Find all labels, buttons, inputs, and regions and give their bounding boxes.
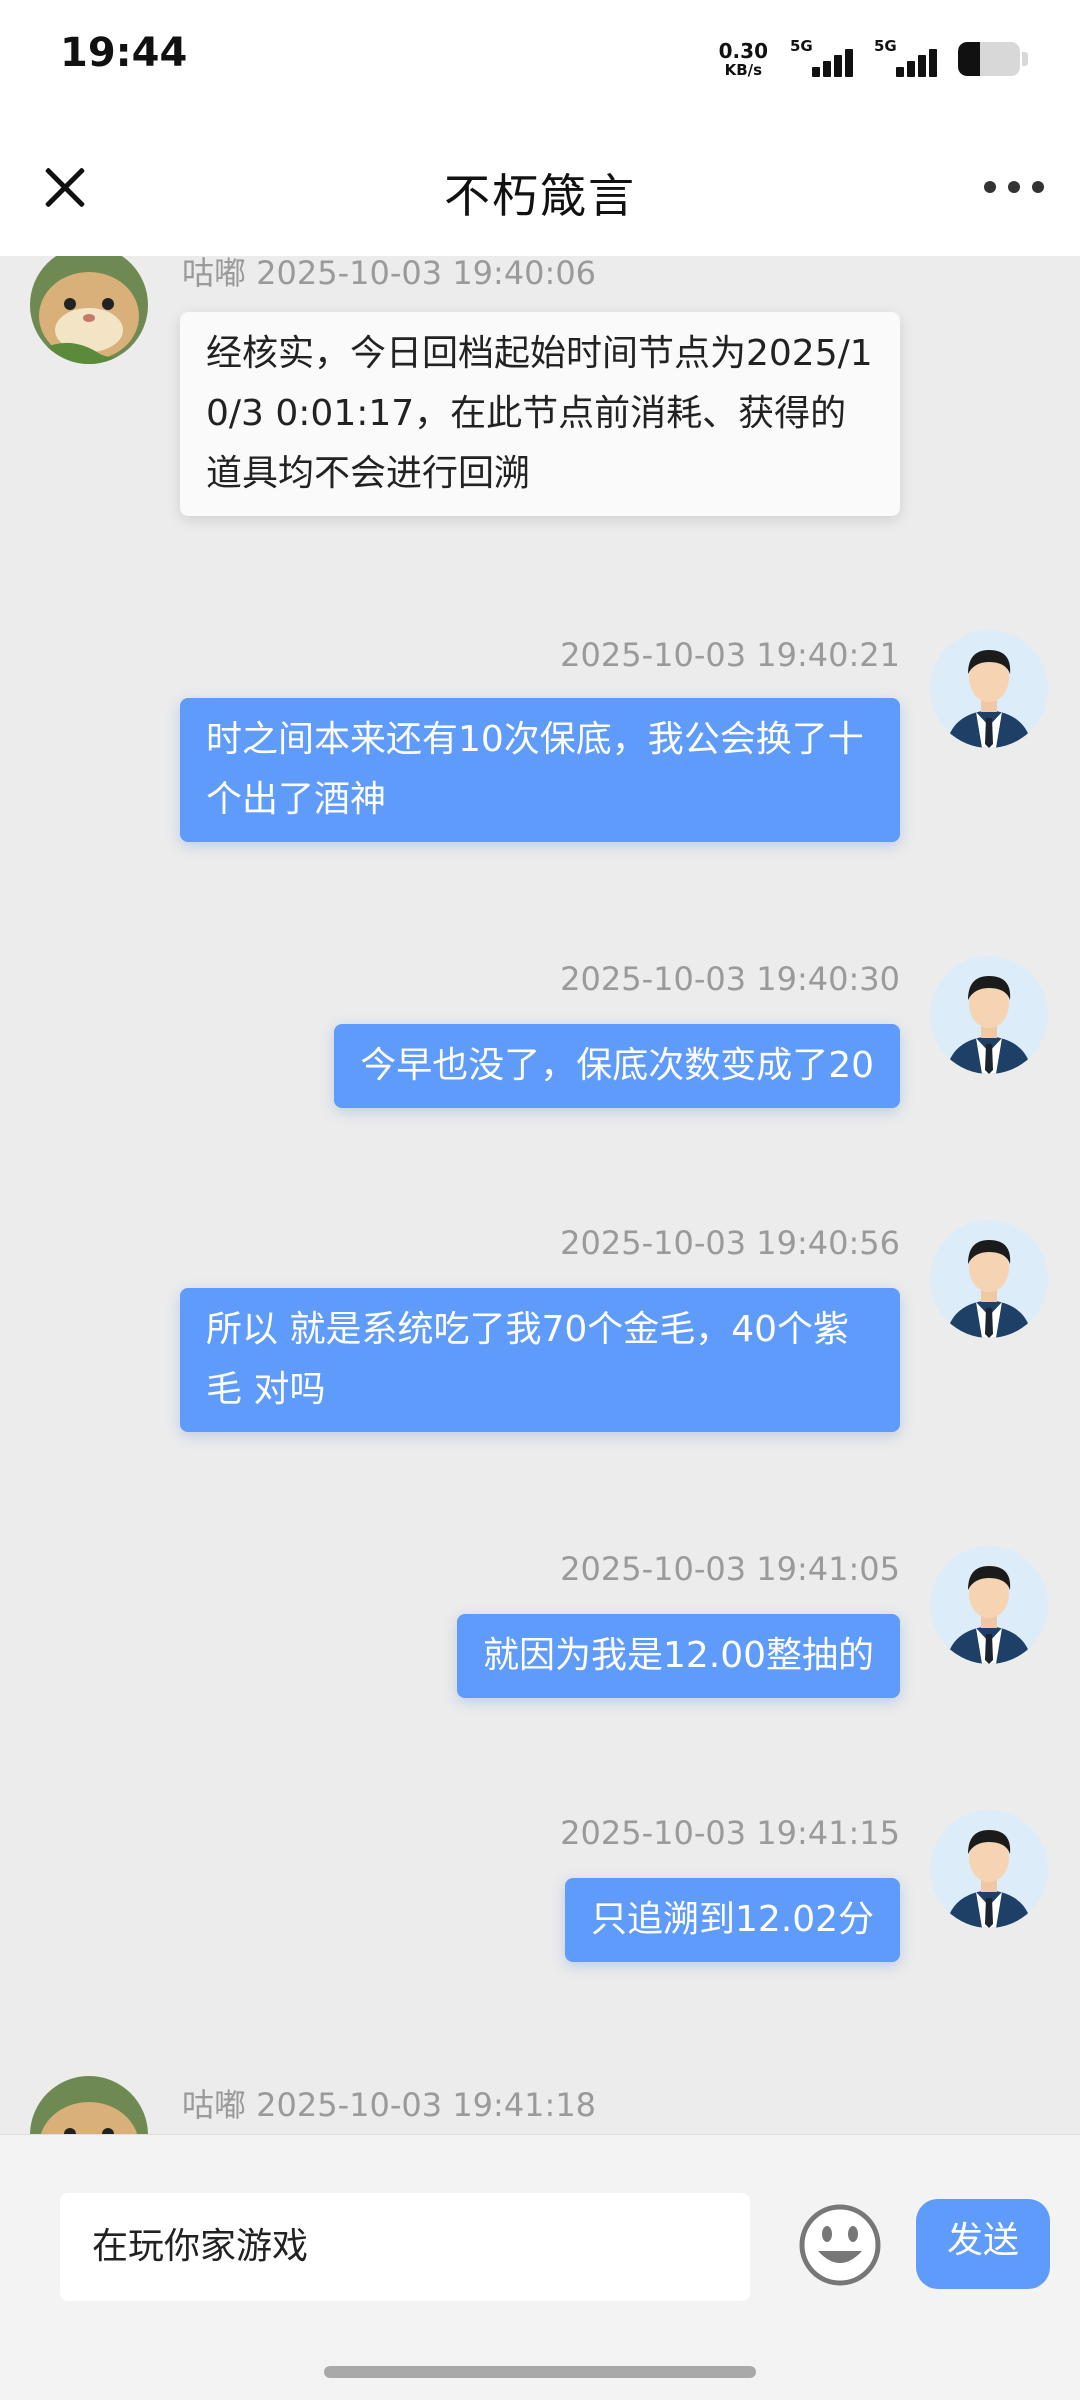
user-avatar[interactable] [930,1546,1048,1664]
more-icon[interactable] [984,172,1044,202]
message-meta: 咕嘟 2025-10-03 19:40:06 [182,256,597,292]
signal-label: 5G [790,37,813,55]
message-meta: 2025-10-03 19:41:15 [560,1814,900,1852]
smiley-icon[interactable] [796,2201,884,2289]
message-bubble-outgoing[interactable]: 时之间本来还有10次保底，我公会换了十个出了酒神 [180,698,900,842]
battery-icon [958,42,1028,76]
message-meta: 2025-10-03 19:40:21 [560,636,900,674]
message-bubble-outgoing[interactable]: 今早也没了，保底次数变成了20 [334,1024,900,1108]
user-avatar[interactable] [930,1810,1048,1928]
input-bar: 在玩你家游戏 发送 [0,2134,1080,2400]
network-speed-value: 0.30 [718,38,768,63]
message-bubble-outgoing[interactable]: 所以 就是系统吃了我70个金毛，40个紫毛 对吗 [180,1288,900,1432]
message-bubble-incoming[interactable]: 经核实，今日回档起始时间节点为2025/10/3 0:01:17，在此节点前消耗… [180,312,900,516]
title-bar: 不朽箴言 [0,120,1080,256]
message-meta: 2025-10-03 19:41:05 [560,1550,900,1588]
message-bubble-outgoing[interactable]: 只追溯到12.02分 [564,1878,900,1962]
page-title: 不朽箴言 [444,169,636,223]
send-button[interactable]: 发送 [916,2199,1050,2289]
signal-label: 5G [874,37,897,55]
user-avatar[interactable] [930,630,1048,748]
message-meta: 咕嘟 2025-10-03 19:41:18 [182,2086,597,2124]
message-meta: 2025-10-03 19:40:30 [560,960,900,998]
status-time: 19:44 [60,30,188,76]
home-indicator[interactable] [324,2366,756,2378]
network-speed-unit: KB/s [724,60,763,79]
signal-icon: 5G [790,37,853,81]
user-avatar[interactable] [930,956,1048,1074]
hamster-avatar[interactable] [30,256,148,364]
message-input[interactable]: 在玩你家游戏 [60,2193,750,2301]
status-bar: 19:44 0.30 KB/s 5G 5G [0,0,1080,120]
network-speed: 0.30 KB/s [719,41,768,78]
user-avatar[interactable] [930,1220,1048,1338]
message-bubble-outgoing[interactable]: 就因为我是12.00整抽的 [456,1614,900,1698]
message-meta: 2025-10-03 19:40:56 [560,1224,900,1262]
hamster-avatar[interactable] [30,2076,148,2134]
chat-screen: 19:44 0.30 KB/s 5G 5G 不朽箴言 咕嘟 2025-10-03… [0,0,1080,2400]
status-icons: 0.30 KB/s 5G 5G [719,34,1028,84]
message-list[interactable]: 咕嘟 2025-10-03 19:40:06 经核实，今日回档起始时间节点为20… [0,256,1080,2134]
signal-icon: 5G [874,37,937,81]
